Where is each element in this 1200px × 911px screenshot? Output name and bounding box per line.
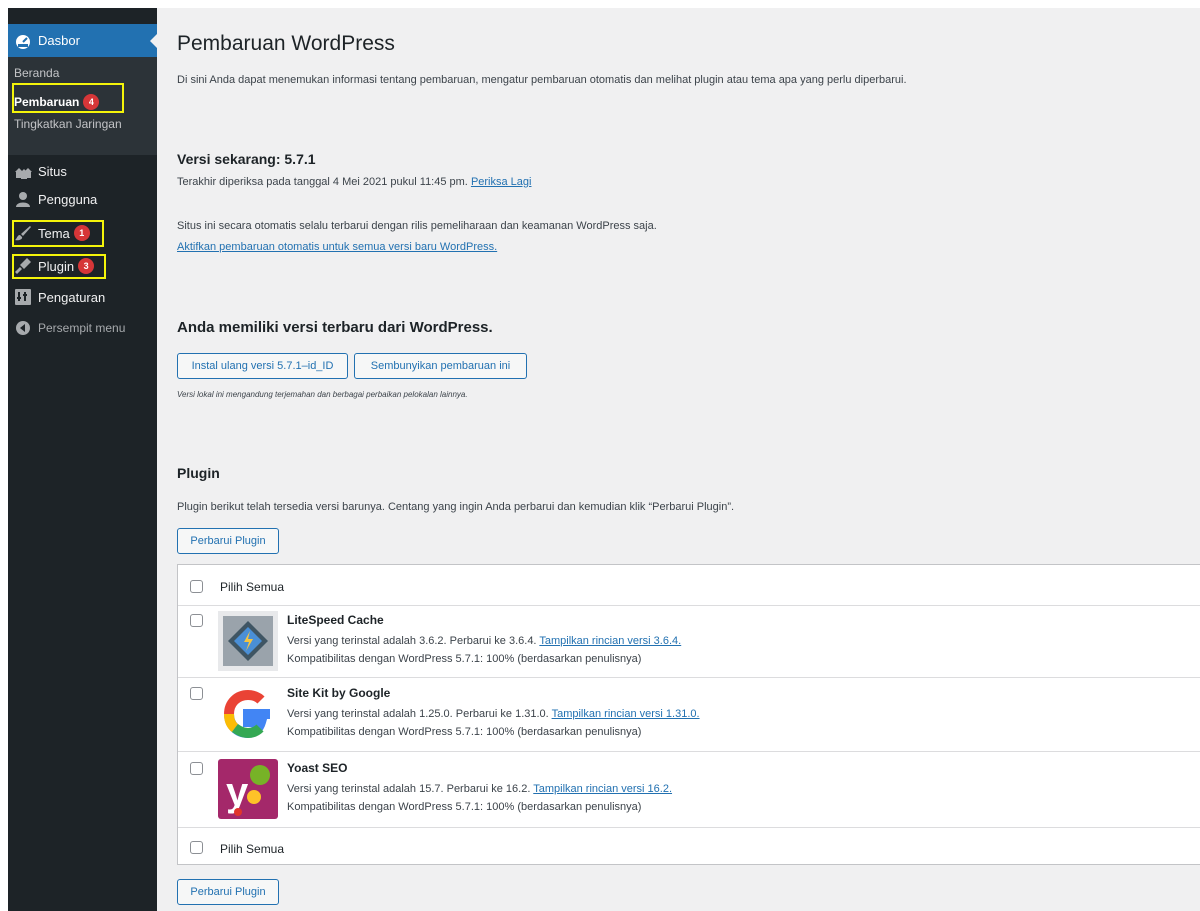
collapse-icon	[14, 319, 32, 337]
plugin-name: LiteSpeed Cache	[287, 613, 384, 627]
litespeed-icon	[218, 611, 278, 671]
current-version-heading: Versi sekarang: 5.7.1	[177, 151, 316, 167]
row-divider	[178, 827, 1200, 828]
plugin-installed-text: Versi yang terinstal adalah 3.6.2. Perba…	[287, 635, 537, 647]
yoast-icon: y	[218, 759, 278, 819]
row-divider	[178, 751, 1200, 752]
sidebar-item-users[interactable]: Pengguna	[8, 186, 157, 212]
collapse-menu-button[interactable]: Persempit menu	[8, 315, 157, 341]
update-plugins-button-top[interactable]: Perbarui Plugin	[177, 528, 279, 554]
sidebar-item-settings[interactable]: Pengaturan	[8, 284, 157, 310]
select-all-label: Pilih Semua	[220, 580, 285, 594]
reinstall-button[interactable]: Instal ulang versi 5.7.1–id_ID	[177, 353, 348, 379]
plugins-description: Plugin berikut telah tersedia versi baru…	[177, 501, 735, 513]
plugin-version-line: Versi yang terinstal adalah 15.7. Perbar…	[287, 783, 672, 795]
enable-auto-updates-link[interactable]: Aktifkan pembaruan otomatis untuk semua …	[177, 241, 497, 253]
sidebar-item-label: Persempit menu	[38, 321, 126, 335]
hide-update-button[interactable]: Sembunyikan pembaruan ini	[354, 353, 527, 379]
plugin-details-link[interactable]: Tampilkan rincian versi 1.31.0.	[552, 708, 700, 720]
plugin-version-line: Versi yang terinstal adalah 3.6.2. Perba…	[287, 635, 681, 647]
admin-sidebar: Dasbor Beranda Pembaruan 4 Tingkatkan Jar…	[8, 8, 158, 911]
select-all-checkbox-bottom[interactable]	[190, 841, 203, 854]
submenu-item-home[interactable]: Beranda	[14, 66, 59, 80]
plugin-details-link[interactable]: Tampilkan rincian versi 3.6.4.	[539, 635, 681, 647]
plugin-installed-text: Versi yang terinstal adalah 1.25.0. Perb…	[287, 708, 549, 720]
plugin-version-line: Versi yang terinstal adalah 1.25.0. Perb…	[287, 708, 700, 720]
update-plugins-button-bottom[interactable]: Perbarui Plugin	[177, 879, 279, 905]
plugin-name: Site Kit by Google	[287, 686, 391, 700]
plugins-table: Pilih Semua LiteSpeed Cache Versi yang t…	[177, 564, 1200, 865]
highlight-box	[12, 220, 104, 247]
svg-text:y: y	[226, 770, 249, 814]
settings-icon	[14, 288, 32, 306]
sidebar-item-label: Pengaturan	[38, 289, 106, 305]
main-content: Pembaruan WordPress Di sini Anda dapat m…	[157, 8, 1200, 911]
page-title: Pembaruan WordPress	[177, 32, 395, 55]
page-intro: Di sini Anda dapat menemukan informasi t…	[177, 74, 907, 86]
submenu-label: Beranda	[14, 66, 60, 80]
plugin-compat-line: Kompatibilitas dengan WordPress 5.7.1: 1…	[287, 801, 642, 813]
sidebar-item-dashboard[interactable]: Dasbor	[8, 24, 158, 57]
submenu-label: Tingkatkan Jaringan	[14, 117, 122, 131]
last-checked-line: Terakhir diperiksa pada tanggal 4 Mei 20…	[177, 176, 531, 188]
dashboard-icon	[14, 32, 32, 50]
submenu-item-upgrade-network[interactable]: Tingkatkan Jaringan	[14, 117, 122, 131]
sidebar-item-label: Pengguna	[38, 191, 98, 207]
google-icon	[218, 684, 278, 744]
sites-icon	[14, 162, 32, 180]
select-all-checkbox[interactable]	[190, 580, 203, 593]
last-checked-text: Terakhir diperiksa pada tanggal 4 Mei 20…	[177, 176, 468, 188]
users-icon	[14, 190, 32, 208]
sidebar-item-label: Situs	[38, 163, 67, 179]
plugins-heading: Plugin	[177, 465, 220, 481]
latest-version-heading: Anda memiliki versi terbaru dari WordPre…	[177, 319, 493, 336]
plugin-compat-line: Kompatibilitas dengan WordPress 5.7.1: 1…	[287, 653, 642, 665]
plugin-installed-text: Versi yang terinstal adalah 15.7. Perbar…	[287, 783, 531, 795]
plugin-name: Yoast SEO	[287, 761, 348, 775]
auto-update-text: Situs ini secara otomatis selalu terbaru…	[177, 220, 657, 232]
top-strip	[0, 0, 1200, 8]
localization-note: Versi lokal ini mengandung terjemahan da…	[177, 390, 468, 399]
select-all-label: Pilih Semua	[220, 842, 285, 856]
plugin-checkbox[interactable]	[190, 762, 203, 775]
plugin-checkbox[interactable]	[190, 614, 203, 627]
sidebar-item-label: Dasbor	[38, 33, 80, 48]
row-divider	[178, 605, 1200, 606]
row-divider	[178, 677, 1200, 678]
check-again-link[interactable]: Periksa Lagi	[471, 176, 532, 188]
sidebar-item-sites[interactable]: Situs	[8, 158, 157, 184]
highlight-box	[12, 254, 106, 279]
plugin-details-link[interactable]: Tampilkan rincian versi 16.2.	[533, 783, 672, 795]
highlight-box	[12, 83, 124, 113]
plugin-compat-line: Kompatibilitas dengan WordPress 5.7.1: 1…	[287, 726, 642, 738]
plugin-checkbox[interactable]	[190, 687, 203, 700]
